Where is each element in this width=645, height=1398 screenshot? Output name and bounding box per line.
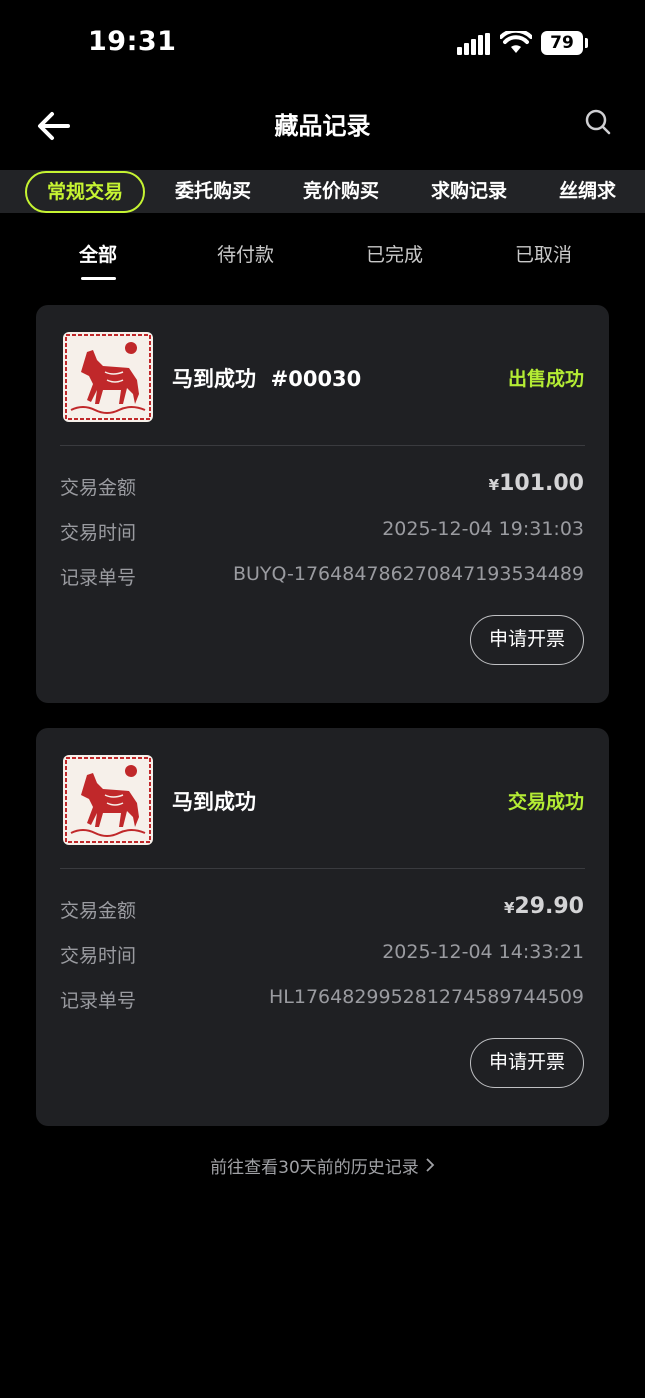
time-label: 交易时间 [60, 945, 137, 967]
order-no-value: HL1764829952812745897445​09 [269, 986, 584, 1008]
status-badge: 交易成功 [507, 791, 584, 813]
battery-cap [585, 38, 588, 48]
horse-papercut-thumbnail [63, 332, 153, 422]
active-tab-indicator [81, 277, 116, 280]
tab-completed[interactable]: 已完成 [366, 240, 423, 267]
status-badge: 出售成功 [507, 368, 584, 390]
currency-symbol: ¥ [488, 476, 500, 494]
currency-symbol: ¥ [503, 899, 515, 917]
status-tabs: 全部 待付款 已完成 已取消 [0, 230, 645, 286]
tab-auction-buy[interactable]: 竞价购买 [303, 170, 379, 213]
amount-value: ¥101.00 [489, 471, 584, 496]
apply-invoice-button[interactable]: 申请开票 [470, 1038, 584, 1088]
history-link[interactable]: 前往查看30天前的历史记录 [0, 1153, 645, 1178]
tab-consign-buy[interactable]: 委托购买 [175, 170, 251, 213]
status-bar: 19:31 79 [0, 0, 645, 88]
nav-bar: 藏品记录 [0, 88, 645, 168]
order-no-label: 记录单号 [60, 567, 137, 589]
amount-label: 交易金额 [60, 900, 137, 922]
tab-silk-request[interactable]: 丝绸求 [559, 170, 616, 213]
time-label: 交易时间 [60, 522, 137, 544]
horse-papercut-thumbnail [63, 755, 153, 845]
cellular-signal-icon [457, 33, 491, 55]
search-icon[interactable] [584, 108, 612, 136]
wifi-icon [500, 31, 532, 53]
time-value: 2025-12-04 19:31:03 [382, 518, 584, 540]
order-no-value: BUYQ-1764847862708471935344​89 [232, 563, 584, 585]
tab-pending-payment[interactable]: 待付款 [217, 240, 274, 267]
order-no-label: 记录单号 [60, 990, 137, 1012]
category-tabs: 常规交易 委托购买 竞价购买 求购记录 丝绸求 [0, 170, 645, 213]
tab-cancelled[interactable]: 已取消 [515, 240, 572, 267]
battery-icon: 79 [541, 31, 583, 55]
status-time: 19:31 [88, 26, 177, 57]
tab-regular-trade[interactable]: 常规交易 [25, 171, 146, 213]
amount-number: 29.90 [514, 894, 584, 919]
history-link-label: 前往查看30天前的历史记录 [210, 1158, 419, 1178]
amount-number: 101.00 [499, 471, 584, 496]
order-card[interactable]: 马到成功 交易成功 交易金额 ¥29.90 交易时间 2025-12-04 14… [36, 728, 609, 1126]
tab-request-record[interactable]: 求购记录 [431, 170, 507, 213]
amount-value: ¥29.90 [504, 894, 584, 919]
time-value: 2025-12-04 14:33:21 [382, 941, 584, 963]
item-name: 马到成功 #00030 [172, 367, 362, 391]
divider [60, 868, 585, 869]
chevron-right-icon [426, 1158, 435, 1172]
page-title: 藏品记录 [274, 112, 371, 140]
apply-invoice-button[interactable]: 申请开票 [470, 615, 584, 665]
amount-label: 交易金额 [60, 477, 137, 499]
item-name: 马到成功 [172, 790, 256, 814]
divider [60, 445, 585, 446]
order-card[interactable]: 马到成功 #00030 出售成功 交易金额 ¥101.00 交易时间 2025-… [36, 305, 609, 703]
tab-all[interactable]: 全部 [79, 240, 117, 267]
